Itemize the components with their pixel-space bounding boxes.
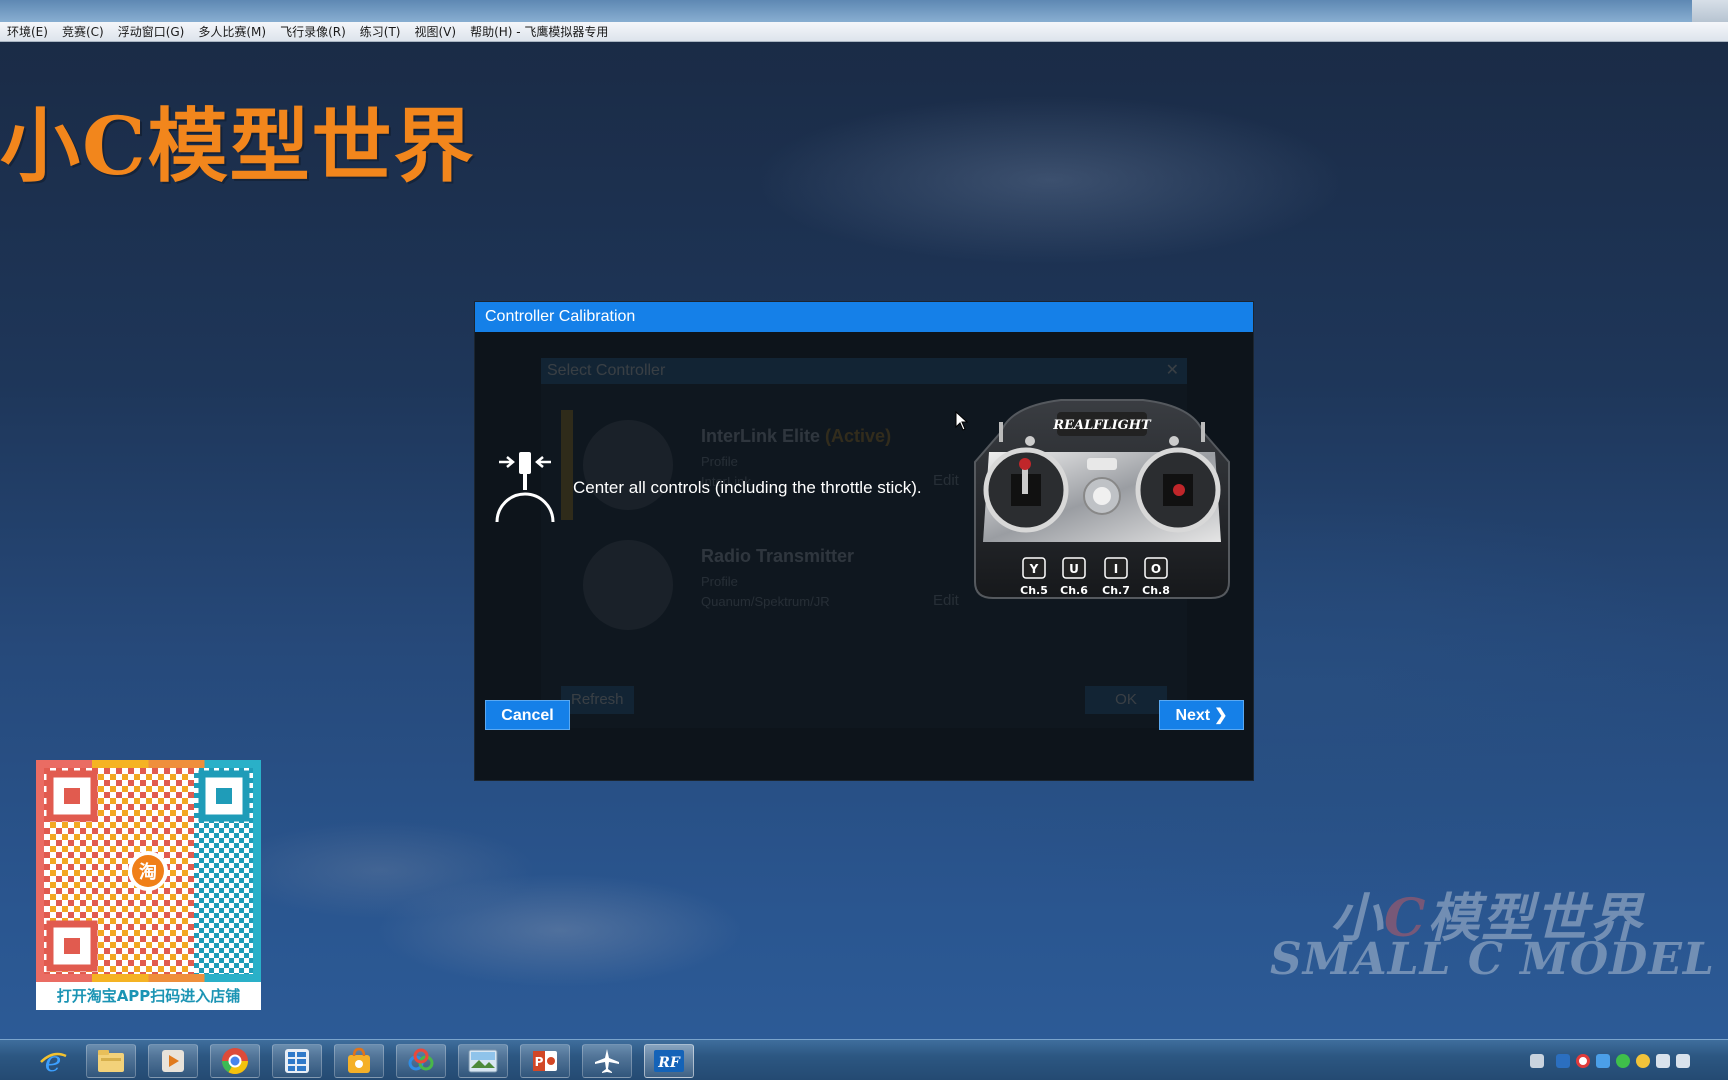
mouse-cursor-icon	[955, 411, 969, 431]
active-indicator	[561, 410, 573, 520]
system-tray	[1530, 1050, 1728, 1072]
ie-icon: e	[40, 1046, 67, 1076]
channel-label: Ch.8	[1142, 584, 1170, 597]
network-icon[interactable]	[1656, 1054, 1670, 1068]
channel-label: Ch.5	[1020, 584, 1048, 597]
watermark-logo: 小C模型世界 SMALL C MODEL	[1270, 876, 1714, 996]
taskbar: e P RF	[0, 1039, 1728, 1080]
realflight-icon-label: RF	[657, 1055, 681, 1071]
cancel-button[interactable]: Cancel	[485, 700, 570, 730]
controller-name: Radio Transmitter	[701, 546, 855, 566]
menu-competition[interactable]: 竞赛(C)	[55, 23, 111, 40]
keyboard-icon[interactable]	[1530, 1054, 1544, 1068]
cloud-icon	[408, 1048, 434, 1071]
qr-caption: 打开淘宝APP扫码进入店铺	[56, 987, 241, 1005]
qr-center-icon: 淘	[139, 861, 157, 883]
menu-practice[interactable]: 练习(T)	[353, 23, 408, 40]
menu-help[interactable]: 帮助(H) - 飞鹰模拟器专用	[463, 23, 615, 40]
profile-value: Quanum/Spektrum/JR	[701, 594, 830, 609]
ghost-refresh-button: Refresh	[561, 686, 634, 714]
qr-code-graphic: 淘	[44, 768, 253, 974]
taskbar-app-grid-icon[interactable]	[272, 1044, 322, 1078]
profile-label: Profile	[701, 574, 738, 589]
qr-frame: 淘	[36, 760, 261, 982]
record-icon[interactable]	[1576, 1054, 1590, 1068]
transmitter-brand: REALFLIGHT	[1052, 418, 1152, 433]
channel-key-ch6: U Ch.6	[1060, 557, 1088, 597]
taskbar-powerpoint-icon[interactable]: P	[520, 1044, 570, 1078]
tray-plus-icon[interactable]	[1636, 1054, 1650, 1068]
ghost-title: Select Controller	[547, 362, 666, 379]
app-grid-icon	[285, 1049, 309, 1073]
chrome-icon	[221, 1048, 249, 1075]
volume-icon[interactable]	[1676, 1054, 1690, 1068]
profile-label: Profile	[701, 454, 738, 469]
channel-key-ch5: Y Ch.5	[1020, 557, 1048, 597]
key-label: Y	[1029, 562, 1039, 576]
menu-multiplayer[interactable]: 多人比赛(M)	[191, 23, 273, 40]
dialog-title: Controller Calibration	[475, 302, 1253, 332]
taskbar-media-player-icon[interactable]	[148, 1044, 198, 1078]
tray-window-icon[interactable]	[1596, 1054, 1610, 1068]
channel-key-ch8: O Ch.8	[1142, 557, 1170, 597]
key-label: O	[1151, 562, 1161, 576]
taskbar-chrome-icon[interactable]	[210, 1044, 260, 1078]
menu-environment[interactable]: 环境(E)	[0, 23, 55, 40]
key-label: U	[1069, 562, 1079, 576]
menu-view[interactable]: 视图(V)	[408, 23, 464, 40]
taskbar-photo-viewer-icon[interactable]	[458, 1044, 508, 1078]
ghost-close-icon: ✕	[1165, 362, 1179, 379]
menu-bar: 环境(E) 竞赛(C) 浮动窗口(G) 多人比赛(M) 飞行录像(R) 练习(T…	[0, 22, 1728, 42]
tray-app-icon[interactable]	[1556, 1054, 1570, 1068]
svg-text:P: P	[535, 1055, 544, 1069]
next-button[interactable]: Next ❯	[1159, 700, 1244, 730]
ghost-ok-button: OK	[1085, 686, 1167, 714]
transmitter-image: REALFLIGHT Y Ch.5 U Ch.6 I Ch.7 O Ch.8	[974, 399, 1230, 599]
taskbar-realflight-icon[interactable]: RF	[644, 1044, 694, 1078]
store-bag-icon	[348, 1047, 370, 1073]
taskbar-explorer-icon[interactable]	[86, 1044, 136, 1078]
airplane-icon	[595, 1049, 619, 1073]
controller-name-text: InterLink Elite	[701, 426, 821, 446]
center-stick-icon	[495, 452, 555, 523]
channel-label: Ch.6	[1060, 584, 1088, 597]
controller-thumbnail	[583, 540, 673, 630]
powerpoint-icon: P	[533, 1051, 557, 1071]
taskbar-store-icon[interactable]	[334, 1044, 384, 1078]
taskbar-baidu-cloud-icon[interactable]	[396, 1044, 446, 1078]
svg-text:e: e	[45, 1046, 62, 1076]
channel-label: Ch.7	[1102, 584, 1130, 597]
chevron-right-icon: ❯	[1214, 707, 1228, 724]
realflight-icon: RF	[654, 1050, 684, 1072]
taskbar-flight-sim-icon[interactable]	[582, 1044, 632, 1078]
taskbar-ie-icon[interactable]: e	[28, 1044, 78, 1078]
watermark-en: SMALL C MODEL	[1270, 934, 1715, 985]
next-button-label: Next	[1175, 707, 1211, 724]
folder-icon	[98, 1050, 124, 1072]
media-player-icon	[162, 1050, 184, 1072]
controller-status: (Active)	[825, 426, 892, 446]
channel-key-ch7: I Ch.7	[1102, 557, 1130, 597]
taobao-qr-card: 淘 打开淘宝APP扫码进入店铺	[36, 760, 261, 1010]
wechat-icon[interactable]	[1616, 1054, 1630, 1068]
calibration-instruction: Center all controls (including the throt…	[573, 478, 922, 497]
controller-name: InterLink Elite (Active)	[701, 426, 891, 447]
edit-link: Edit	[933, 472, 959, 489]
menu-flight-recording[interactable]: 飞行录像(R)	[273, 23, 353, 40]
brand-title: 小C模型世界	[0, 99, 476, 193]
photo-viewer-icon	[468, 1049, 498, 1073]
menu-floating-window[interactable]: 浮动窗口(G)	[111, 23, 192, 40]
qr-code: 淘	[44, 768, 253, 974]
edit-link: Edit	[933, 592, 959, 609]
ghost-title-bar: Select Controller ✕	[541, 358, 1187, 384]
controller-calibration-dialog: Controller Calibration Select Controller…	[474, 301, 1254, 781]
key-label: I	[1114, 562, 1118, 576]
window-title-bar	[0, 0, 1728, 22]
window-control-edge[interactable]	[1692, 0, 1728, 22]
